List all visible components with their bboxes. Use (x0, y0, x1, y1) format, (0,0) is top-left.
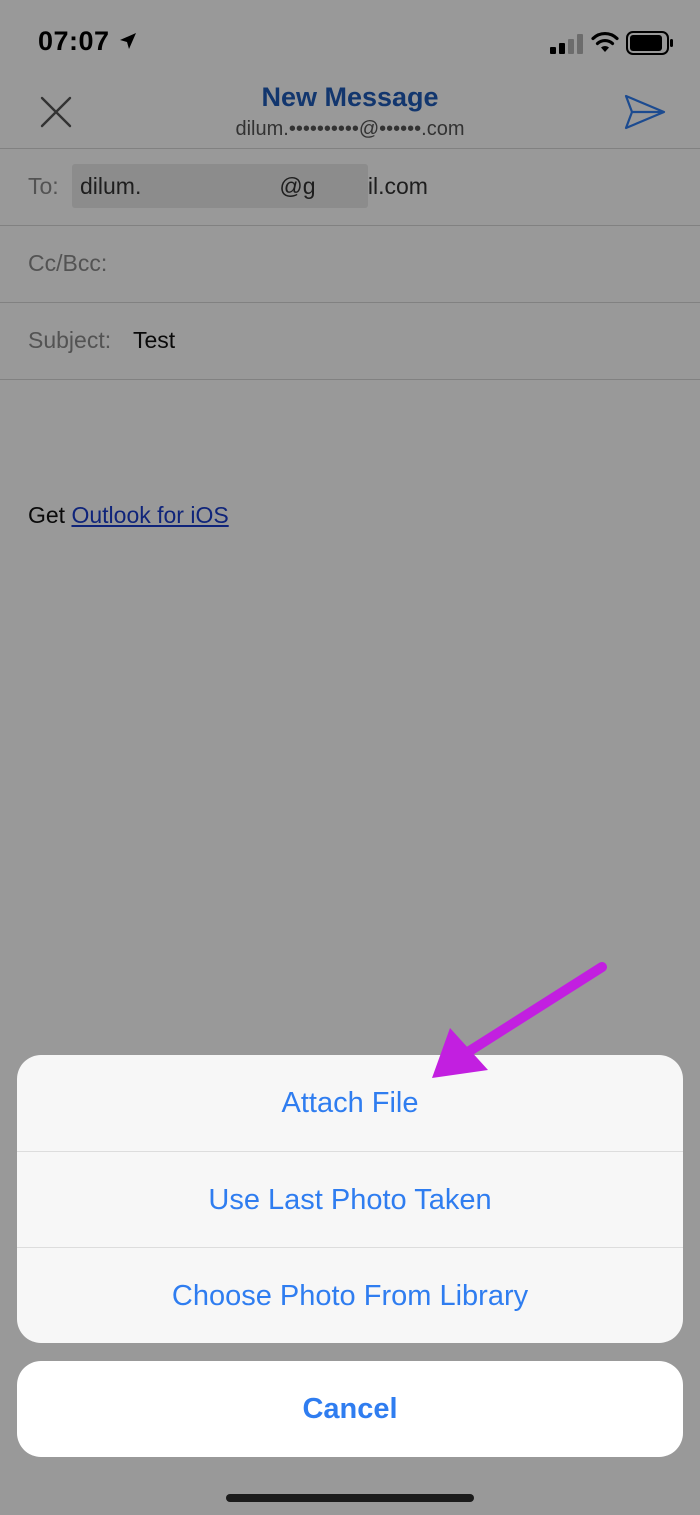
pointer-arrow-icon (432, 962, 607, 1078)
home-indicator (226, 1494, 474, 1502)
use-last-photo-button[interactable]: Use Last Photo Taken (17, 1151, 683, 1248)
cancel-button[interactable]: Cancel (17, 1361, 683, 1457)
choose-photo-library-button[interactable]: Choose Photo From Library (17, 1247, 683, 1343)
action-sheet: Attach File Use Last Photo Taken Choose … (17, 1055, 683, 1343)
